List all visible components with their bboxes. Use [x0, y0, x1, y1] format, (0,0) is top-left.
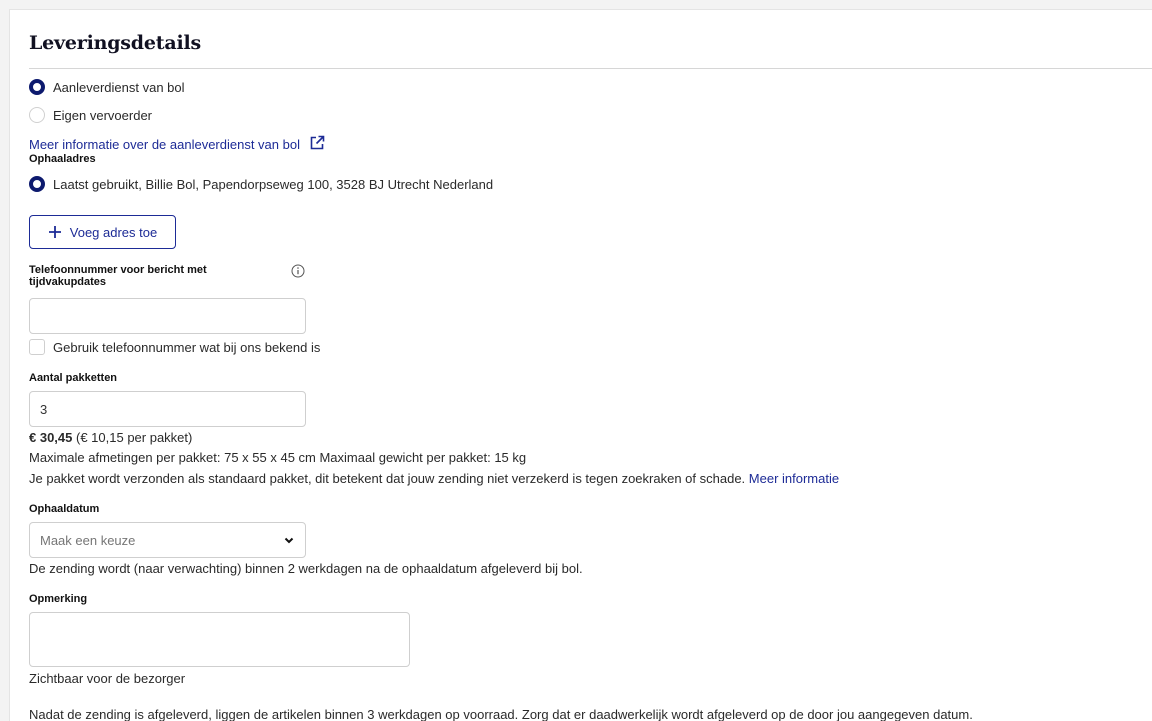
use-known-phone-checkbox-label[interactable]: Gebruik telefoonnummer wat bij ons beken… — [53, 340, 320, 355]
use-known-phone-checkbox[interactable] — [29, 339, 45, 355]
add-address-button-label: Voeg adres toe — [69, 224, 158, 240]
pickup-date-select[interactable]: Maak een keuze — [29, 522, 306, 558]
radio-own-carrier[interactable] — [29, 107, 45, 123]
package-count-label: Aantal pakketten — [29, 372, 118, 384]
remark-hint: Zichtbaar voor de bezorger — [29, 671, 186, 686]
pickup-date-label: Ophaaldatum — [29, 503, 100, 515]
title-divider — [29, 68, 1152, 69]
pickup-address-label: Ophaaladres — [29, 153, 96, 165]
info-icon[interactable] — [291, 264, 305, 278]
remark-textarea[interactable] — [29, 612, 410, 667]
radio-bol-delivery-service-label[interactable]: Aanleverdienst van bol — [53, 80, 185, 95]
chevron-down-icon — [284, 537, 294, 544]
stock-availability-note: Nadat de zending is afgeleverd, liggen d… — [29, 707, 973, 721]
add-address-button[interactable]: Voeg adres toe — [29, 215, 176, 249]
radio-bol-delivery-service[interactable] — [29, 79, 45, 95]
price-per-package: (€ 10,15 per pakket) — [76, 430, 193, 445]
radio-pickup-address-last-used[interactable] — [29, 176, 45, 192]
delivery-details-card: Leveringsdetails Aanleverdienst van bol … — [9, 9, 1152, 721]
max-dimensions-text: Maximale afmetingen per pakket: 75 x 55 … — [29, 450, 527, 465]
insurance-note-text: Je pakket wordt verzonden als standaard … — [29, 471, 746, 486]
delivery-service-info-link[interactable]: Meer informatie over de aanleverdienst v… — [29, 135, 325, 152]
price-summary: € 30,45 (€ 10,15 per pakket) — [29, 430, 192, 445]
total-price: € 30,45 — [29, 430, 73, 445]
external-link-icon[interactable] — [309, 135, 325, 151]
page-title: Leveringsdetails — [29, 32, 201, 54]
pickup-date-select-value: Maak een keuze — [40, 532, 136, 548]
remark-label: Opmerking — [29, 593, 88, 605]
plus-icon — [48, 226, 61, 238]
phone-field-label-line2: tijdvakupdates — [29, 276, 107, 288]
phone-field-label: Telefoonnummer voor bericht met tijdvaku… — [29, 264, 207, 288]
delivery-service-info-link-text[interactable]: Meer informatie over de aanleverdienst v… — [29, 137, 300, 152]
pickup-date-note: De zending wordt (naar verwachting) binn… — [29, 561, 583, 576]
phone-field-label-line1: Telefoonnummer voor bericht met — [29, 264, 207, 276]
insurance-more-info-link[interactable]: Meer informatie — [749, 471, 839, 486]
phone-input[interactable] — [29, 298, 306, 334]
insurance-note: Je pakket wordt verzonden als standaard … — [29, 471, 839, 486]
radio-own-carrier-label[interactable]: Eigen vervoerder — [53, 108, 152, 123]
pickup-address-option-label[interactable]: Laatst gebruikt, Billie Bol, Papendorpse… — [53, 177, 493, 192]
package-count-input[interactable] — [29, 391, 306, 427]
